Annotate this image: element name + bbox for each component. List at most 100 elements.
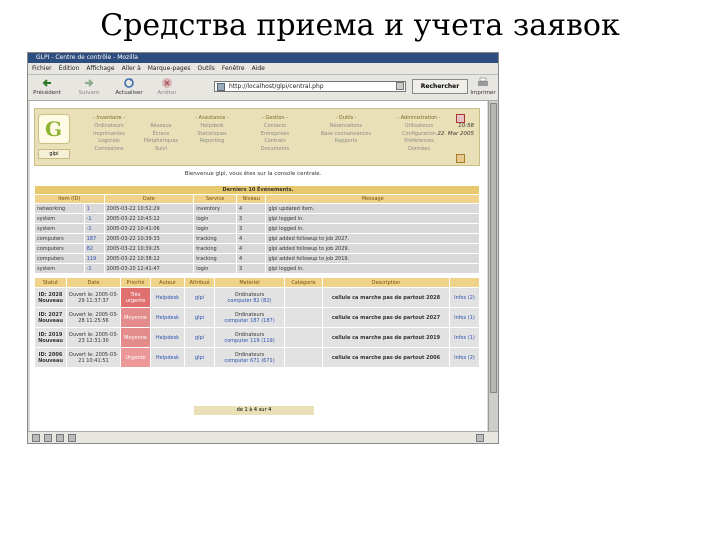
event-cell[interactable]: -1 — [83, 213, 105, 224]
user-name[interactable]: glpi — [38, 149, 70, 159]
menu-link[interactable]: Helpdesk — [181, 123, 243, 131]
stop-button[interactable]: Arrêter — [152, 77, 182, 96]
ticket-status[interactable]: ID: 2028 Nouveau — [34, 287, 67, 308]
menu-link[interactable]: Rapports — [311, 138, 381, 146]
menu-edit[interactable]: Édition — [59, 63, 80, 74]
ticket-id[interactable]: ID: 2019 — [35, 332, 66, 338]
device-link[interactable]: computer 119 (119) — [215, 338, 284, 344]
menu-view[interactable]: Affichage — [86, 63, 114, 74]
col-header[interactable]: Niveau — [235, 194, 267, 204]
mail-icon[interactable] — [32, 434, 40, 442]
menu-link[interactable]: Contrats — [247, 138, 303, 146]
col-header[interactable]: Matériel — [214, 277, 285, 288]
col-header[interactable]: Message — [265, 194, 480, 204]
menu-link[interactable]: Préférences — [389, 138, 449, 146]
menu-window[interactable]: Fenêtre — [222, 63, 245, 74]
chat-icon[interactable] — [68, 434, 76, 442]
menu-file[interactable]: Fichier — [32, 63, 52, 74]
event-cell[interactable]: 119 — [83, 253, 105, 264]
event-cell[interactable]: -1 — [83, 223, 105, 234]
glpi-logo[interactable]: G — [38, 114, 70, 144]
url-dropdown-icon[interactable] — [396, 82, 404, 90]
event-cell[interactable]: 82 — [83, 243, 105, 254]
search-button[interactable]: Rechercher — [412, 79, 468, 94]
ticket-id[interactable]: ID: 2028 — [35, 292, 66, 298]
event-cell: networking — [34, 203, 85, 214]
event-cell: inventory — [193, 203, 237, 214]
vertical-scrollbar[interactable] — [488, 101, 498, 431]
menu-link[interactable]: Ordinateurs — [85, 123, 133, 131]
nav-toolbar: Précédent Suivant Actualiser Arrêter htt… — [28, 75, 498, 101]
device-link[interactable]: computer 82 (82) — [215, 298, 284, 304]
menu-help[interactable]: Aide — [252, 63, 265, 74]
ticket-row[interactable]: ID: 2028 Nouveau Ouvert le: 2005-03-29 11:… — [34, 287, 480, 308]
print-button[interactable]: Imprimer — [468, 77, 498, 96]
menu-link[interactable]: Documents — [247, 146, 303, 154]
menu-link[interactable]: Statistiques — [181, 131, 243, 139]
menu-link[interactable]: Logiciels — [85, 138, 133, 146]
event-cell: login — [193, 263, 237, 274]
ticket-row[interactable]: ID: 2027 Nouveau Ouvert le: 2005-03-28 11:… — [34, 307, 480, 328]
menu-bookmarks[interactable]: Marque-pages — [148, 63, 191, 74]
ticket-assigned[interactable]: glpi — [184, 347, 215, 368]
col-header[interactable]: Date — [66, 277, 121, 288]
address-book-icon[interactable] — [56, 434, 64, 442]
menu-link[interactable]: Réservations — [311, 123, 381, 131]
col-header[interactable]: Item (ID) — [34, 194, 105, 204]
compose-icon[interactable] — [44, 434, 52, 442]
col-header[interactable]: Attribué — [184, 277, 215, 288]
menu-link[interactable]: Base connaissances — [311, 131, 381, 139]
ticket-assigned[interactable]: glpi — [184, 287, 215, 308]
col-header[interactable]: Description — [322, 277, 450, 288]
menu-link[interactable]: Suivi — [131, 146, 191, 154]
menu-link[interactable]: Entreprises — [247, 131, 303, 139]
event-row: system -1 2005-03-20 12:41:47 login 3 glpi lo… — [34, 263, 480, 274]
menu-link[interactable]: Données — [389, 146, 449, 154]
ticket-assigned[interactable]: glpi — [184, 307, 215, 328]
col-header[interactable]: Service — [193, 194, 237, 204]
event-cell: computers — [34, 233, 85, 244]
ticket-author[interactable]: Helpdesk — [150, 347, 185, 368]
ticket-followups[interactable]: Infos (1) — [449, 307, 480, 328]
help-icon[interactable] — [456, 154, 465, 163]
ticket-id[interactable]: ID: 2006 — [35, 352, 66, 358]
device-link[interactable]: computer 671 (671) — [215, 358, 284, 364]
ticket-followups[interactable]: Infos (1) — [449, 327, 480, 348]
menu-link[interactable]: Contacts — [247, 123, 303, 131]
url-field[interactable]: http://localhost/glpi/central.php — [214, 81, 406, 92]
forward-button[interactable]: Suivant — [74, 77, 104, 96]
scroll-thumb[interactable] — [490, 103, 497, 393]
device-link[interactable]: computer 187 (187) — [215, 318, 284, 324]
menu-link[interactable]: Reporting — [181, 138, 243, 146]
col-header[interactable]: Date — [103, 194, 195, 204]
ticket-followups[interactable]: Infos (2) — [449, 347, 480, 368]
slide-title: Средства приема и учета заявок — [100, 8, 620, 43]
ticket-assigned[interactable]: glpi — [184, 327, 215, 348]
back-button[interactable]: Précédent — [32, 77, 62, 96]
event-cell: tracking — [193, 233, 237, 244]
ticket-row[interactable]: ID: 2006 Nouveau Ouvert le: 2005-03-21 10:… — [34, 347, 480, 368]
ticket-status[interactable]: ID: 2027 Nouveau — [34, 307, 67, 328]
menu-link[interactable]: Connexions — [85, 146, 133, 154]
menu-group-assistance: - Assistance - Helpdesk Statistiques Rep… — [181, 115, 243, 146]
ticket-author[interactable]: Helpdesk — [150, 307, 185, 328]
event-cell[interactable]: 1 — [83, 203, 105, 214]
ticket-author[interactable]: Helpdesk — [150, 287, 185, 308]
event-cell[interactable]: -1 — [83, 263, 105, 274]
col-header[interactable]: Auteur — [150, 277, 185, 288]
ticket-status[interactable]: ID: 2019 Nouveau — [34, 327, 67, 348]
ticket-followups[interactable]: Infos (2) — [449, 287, 480, 308]
reload-button[interactable]: Actualiser — [114, 77, 144, 96]
event-cell: 4 — [235, 253, 267, 264]
ticket-row[interactable]: ID: 2019 Nouveau Ouvert le: 2005-03-23 12:… — [34, 327, 480, 348]
event-cell[interactable]: 187 — [83, 233, 105, 244]
col-header[interactable]: Statut — [34, 277, 67, 288]
menu-go[interactable]: Aller à — [122, 63, 141, 74]
ticket-status[interactable]: ID: 2006 Nouveau — [34, 347, 67, 368]
ticket-author[interactable]: Helpdesk — [150, 327, 185, 348]
col-header[interactable]: Catégorie — [284, 277, 323, 288]
menu-tools[interactable]: Outils — [198, 63, 215, 74]
menu-link[interactable]: Imprimantes — [85, 131, 133, 139]
col-header[interactable]: Priorité — [120, 277, 151, 288]
ticket-id[interactable]: ID: 2027 — [35, 312, 66, 318]
